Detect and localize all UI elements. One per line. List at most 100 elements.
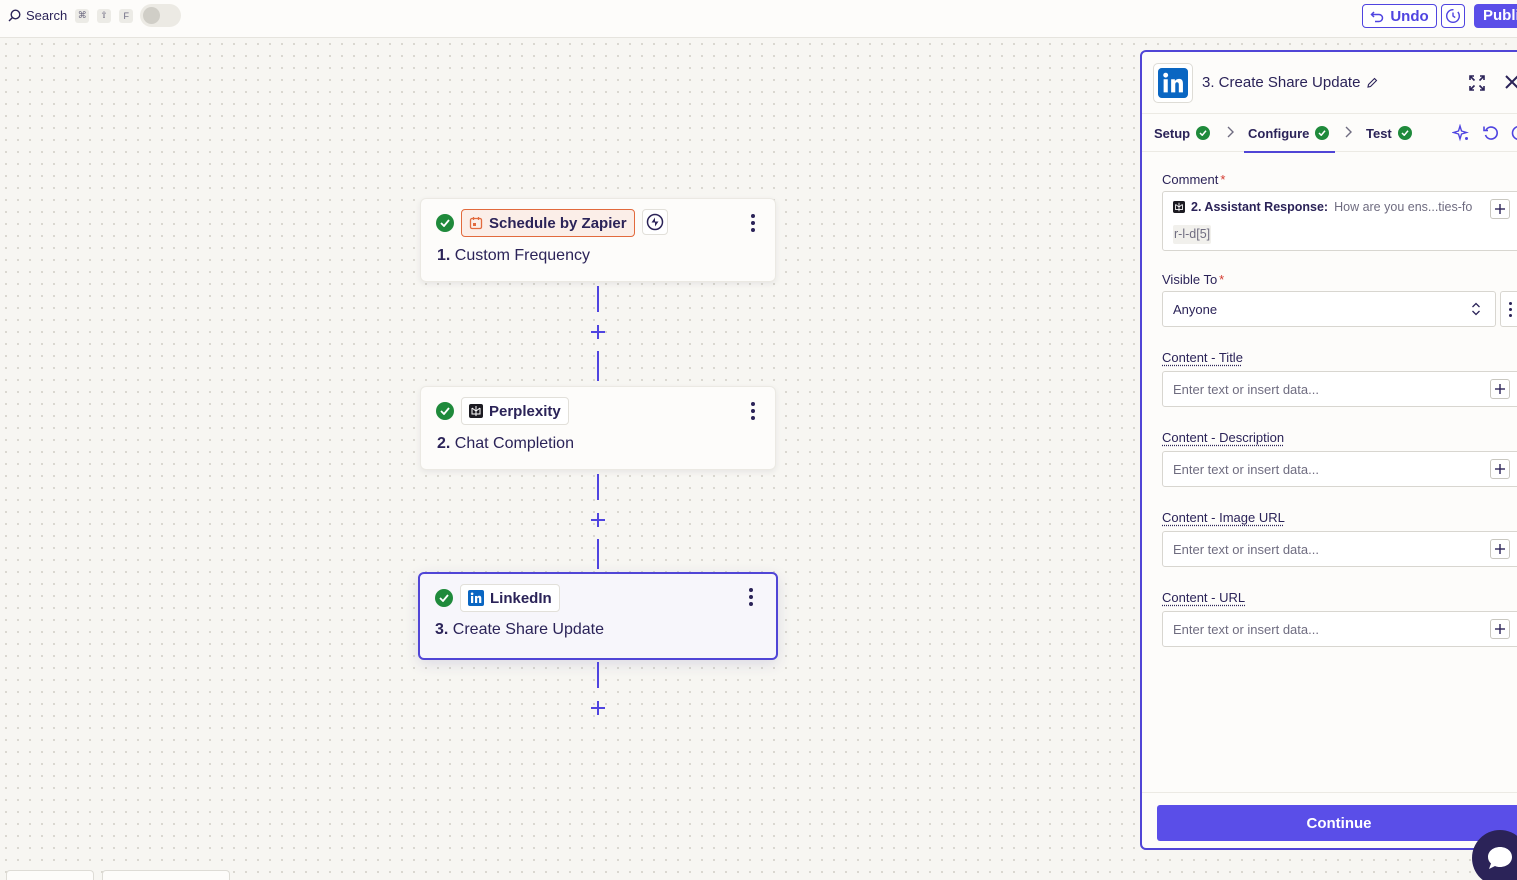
insert-data-button[interactable]: [1490, 539, 1510, 559]
panel-header: 3. Create Share Update: [1142, 52, 1517, 114]
undo-icon: [1370, 11, 1384, 23]
canvas-toolbar: [0, 870, 232, 880]
connector-line: [597, 474, 599, 500]
connector-line: [597, 286, 599, 312]
sparkle-icon[interactable]: [1452, 124, 1470, 142]
tab-setup[interactable]: Setup: [1154, 114, 1211, 152]
toolbar-tab[interactable]: [6, 870, 94, 880]
tab-test[interactable]: Test: [1366, 114, 1412, 152]
check-circle-icon: [1315, 126, 1330, 140]
chat-bubble-icon: [1488, 847, 1512, 869]
check-circle-icon: [436, 214, 454, 232]
content-image-url-input[interactable]: Enter text or insert data...: [1162, 531, 1517, 567]
search-button[interactable]: Search ⌘ ⇧ F: [8, 8, 134, 23]
add-step-button[interactable]: [588, 322, 608, 342]
step-editor-panel: 3. Create Share Update Setup Configure T…: [1140, 50, 1517, 850]
calendar-icon: [469, 217, 483, 230]
chevron-right-icon: [1227, 126, 1234, 138]
continue-button[interactable]: Continue: [1157, 805, 1517, 841]
undo-label: Undo: [1390, 7, 1429, 25]
toggle-switch[interactable]: [140, 4, 181, 27]
step-title: 2. Chat Completion: [437, 435, 574, 452]
check-circle-icon: [1397, 126, 1412, 140]
search-label: Search: [26, 8, 68, 23]
plus-icon: [1495, 204, 1505, 214]
insert-data-button[interactable]: [1490, 619, 1510, 639]
chevron-up-down-icon: [1472, 302, 1480, 316]
step-menu-button[interactable]: [741, 399, 765, 423]
top-bar: Search ⌘ ⇧ F Undo Publish: [0, 0, 1517, 38]
toolbar-tab[interactable]: [102, 870, 230, 880]
visible-to-select[interactable]: Anyone: [1162, 291, 1496, 327]
selected-value: Anyone: [1173, 302, 1218, 317]
panel-title[interactable]: 3. Create Share Update: [1202, 74, 1378, 91]
toggle-knob: [143, 7, 160, 24]
tab-label: Configure: [1248, 125, 1310, 141]
add-step-button[interactable]: [588, 698, 608, 718]
insert-data-button[interactable]: [1490, 379, 1510, 399]
chevron-right-icon: [1345, 126, 1352, 138]
version-history-button[interactable]: [1441, 4, 1465, 28]
panel-title-text: 3. Create Share Update: [1202, 74, 1361, 91]
chat-icon[interactable]: [1510, 124, 1517, 142]
trigger-badge[interactable]: [642, 209, 668, 235]
placeholder: Enter text or insert data...: [1173, 542, 1319, 557]
history-icon: [1445, 8, 1461, 24]
field-options-button[interactable]: [1500, 291, 1517, 327]
refresh-icon[interactable]: [1482, 124, 1500, 142]
comment-label: Comment *: [1162, 172, 1226, 187]
shortcut-key-shift: ⇧: [97, 8, 112, 23]
step-card-schedule[interactable]: Schedule by Zapier 1. Custom Frequency: [420, 198, 776, 282]
step-menu-button[interactable]: [741, 211, 765, 235]
insert-data-button[interactable]: [1490, 199, 1510, 219]
connector-line: [597, 351, 599, 381]
data-pill-tail: r-l-d[5]: [1173, 225, 1212, 244]
expand-icon[interactable]: [1468, 74, 1486, 92]
app-pill-linkedin: LinkedIn: [460, 584, 560, 612]
check-circle-icon: [436, 402, 454, 420]
content-title-label: Content - Title: [1162, 350, 1243, 365]
data-pill[interactable]: 2. Assistant Response: How are you ens..…: [1173, 200, 1472, 214]
comment-field[interactable]: 2. Assistant Response: How are you ens..…: [1162, 191, 1517, 251]
check-circle-icon: [1196, 126, 1211, 140]
step-card-perplexity[interactable]: Perplexity 2. Chat Completion: [420, 386, 776, 470]
data-pill-label: 2. Assistant Response:: [1191, 200, 1329, 214]
search-icon: [8, 9, 21, 22]
step-card-linkedin[interactable]: LinkedIn 3. Create Share Update: [418, 572, 778, 660]
plus-icon: [1495, 464, 1505, 474]
shortcut-key-cmd: ⌘: [75, 8, 90, 23]
pencil-icon[interactable]: [1366, 77, 1378, 89]
tab-label: Test: [1366, 125, 1392, 141]
app-pill-perplexity: Perplexity: [461, 397, 569, 425]
content-title-input[interactable]: Enter text or insert data...: [1162, 371, 1517, 407]
plus-icon: [1495, 384, 1505, 394]
undo-button[interactable]: Undo: [1362, 4, 1437, 28]
tab-configure[interactable]: Configure: [1243, 114, 1336, 153]
plus-icon: [591, 513, 605, 527]
app-name: LinkedIn: [490, 589, 552, 607]
check-circle-icon: [435, 589, 453, 607]
insert-data-button[interactable]: [1490, 459, 1510, 479]
step-menu-button[interactable]: [739, 585, 763, 609]
linkedin-logo-icon: [1158, 68, 1188, 98]
app-name: Perplexity: [489, 402, 561, 420]
content-url-input[interactable]: Enter text or insert data...: [1162, 611, 1517, 647]
placeholder: Enter text or insert data...: [1173, 462, 1319, 477]
app-name: Schedule by Zapier: [489, 214, 627, 232]
placeholder: Enter text or insert data...: [1173, 382, 1319, 397]
connector-line: [597, 539, 599, 569]
panel-footer: Continue: [1142, 792, 1517, 850]
content-description-input[interactable]: Enter text or insert data...: [1162, 451, 1517, 487]
close-icon[interactable]: [1504, 74, 1517, 90]
add-step-button[interactable]: [588, 510, 608, 530]
publish-button[interactable]: Publish: [1474, 4, 1517, 28]
plus-icon: [1495, 624, 1505, 634]
plus-icon: [591, 325, 605, 339]
content-url-label: Content - URL: [1162, 590, 1246, 605]
step-tabs: Setup Configure Test: [1142, 114, 1517, 153]
bolt-circle-icon: [646, 213, 664, 231]
plus-icon: [591, 701, 605, 715]
plus-icon: [1495, 544, 1505, 554]
step-title: 3. Create Share Update: [435, 621, 604, 638]
step-title: 1. Custom Frequency: [437, 247, 590, 264]
